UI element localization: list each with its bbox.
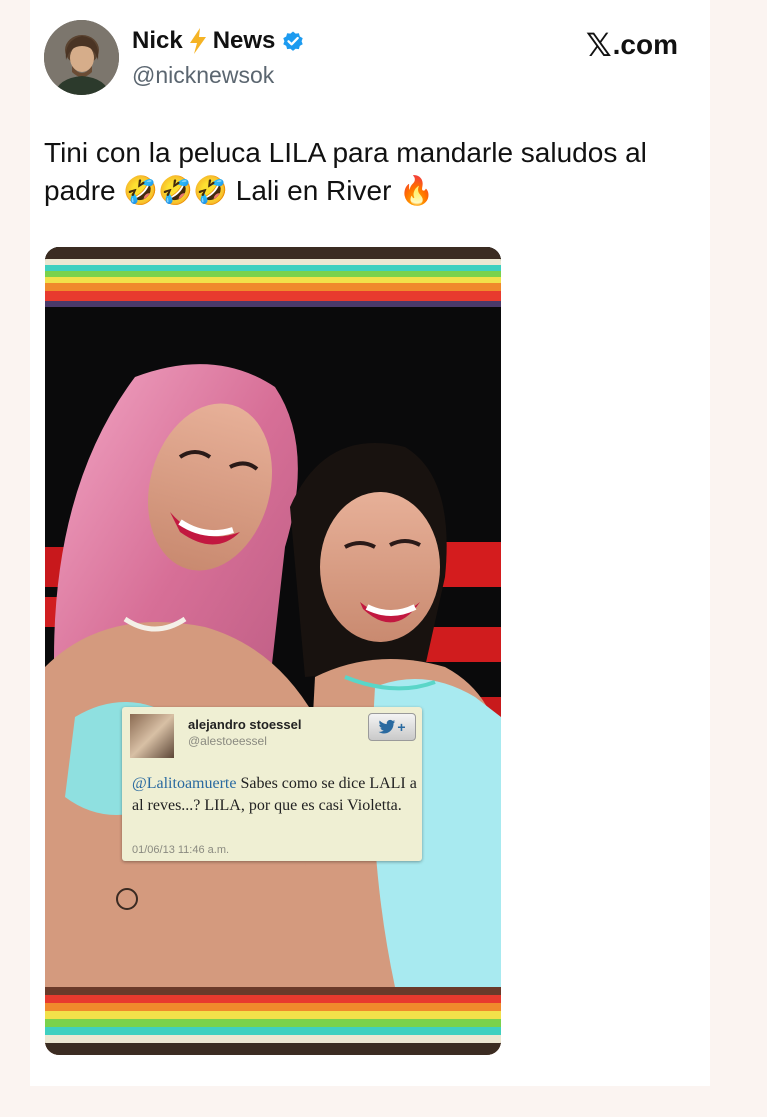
verified-badge-icon (283, 31, 304, 51)
display-name-part1: Nick (132, 27, 183, 54)
embedded-tweet-mention: @Lalitoamuerte (132, 775, 237, 792)
embedded-tweet-text: @Lalitoamuerte Sabes como se dice LALI a… (132, 773, 417, 817)
display-name-part2: News (212, 27, 276, 54)
brand-label: .com (612, 29, 678, 60)
embedded-tweet-handle: @alestoeessel (188, 734, 267, 748)
tweet-text-line2: padre 🤣🤣🤣 Lali en River 🔥 (44, 175, 435, 206)
brand: 𝕏 .com (586, 26, 678, 64)
handle[interactable]: @nicknewsok (132, 62, 274, 89)
avatar[interactable] (44, 20, 119, 95)
display-name[interactable]: Nick News (132, 27, 305, 55)
embedded-tweet-timestamp: 01/06/13 11:46 a.m. (132, 844, 230, 856)
twitter-bird-icon (378, 719, 396, 734)
tweet-text: Tini con la peluca LILA para mandarle sa… (44, 134, 684, 210)
tweet-text-line1: Tini con la peluca LILA para mandarle sa… (44, 137, 647, 168)
lightning-icon (189, 28, 206, 54)
embedded-tweet-card: alejandro stoessel @alestoeessel + @Lali… (122, 707, 422, 861)
tweet-card: Nick News @nicknewsok 𝕏 .com Tini con la… (30, 0, 710, 1086)
media-photo (45, 247, 501, 1055)
follow-button-label: + (397, 719, 406, 735)
embedded-tweet-name: alejandro stoessel (188, 717, 302, 732)
avatar-photo (44, 20, 119, 95)
follow-button: + (368, 713, 416, 741)
x-logo-icon: 𝕏 (585, 26, 612, 64)
embedded-tweet-avatar (130, 714, 174, 758)
tweet-media[interactable]: alejandro stoessel @alestoeessel + @Lali… (45, 247, 501, 1055)
